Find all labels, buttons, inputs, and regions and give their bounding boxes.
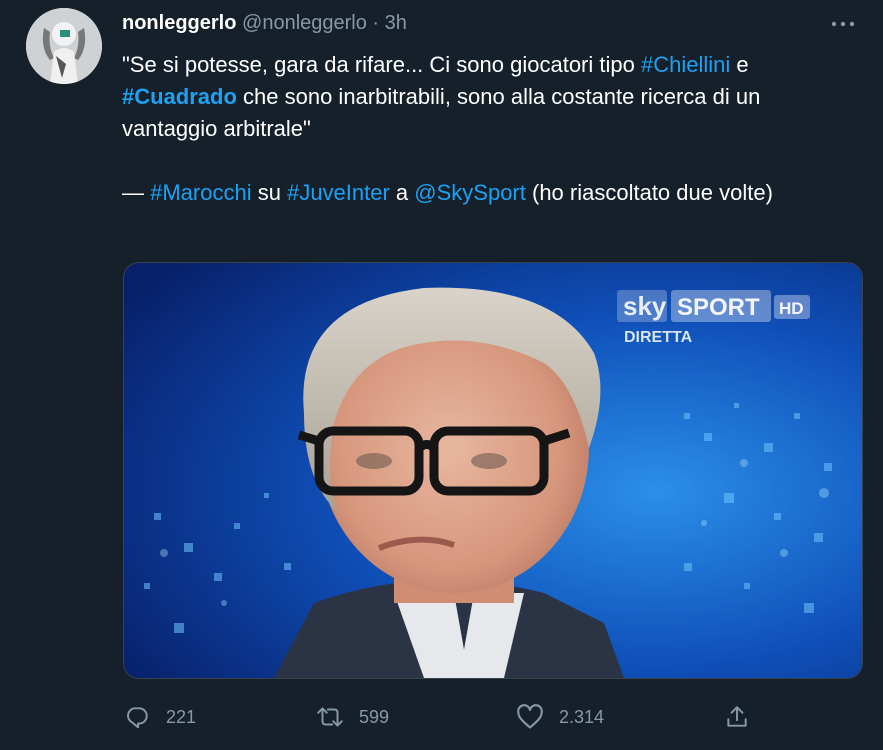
share-button[interactable] bbox=[722, 700, 766, 734]
tweet-media[interactable]: sky SPORT HD DIRETTA bbox=[123, 262, 863, 679]
text-segment: e bbox=[730, 52, 749, 77]
retweet-button[interactable]: 599 bbox=[315, 700, 389, 734]
reply-button[interactable]: 221 bbox=[122, 700, 196, 734]
timestamp[interactable]: 3h bbox=[385, 12, 407, 34]
sport-logo-text: SPORT bbox=[677, 294, 760, 321]
tweet-text: "Se si potesse, gara da rifare... Ci son… bbox=[122, 49, 857, 209]
text-segment: "Se si potesse, gara da rifare... Ci son… bbox=[122, 52, 641, 77]
display-name[interactable]: nonleggerlo bbox=[122, 12, 236, 34]
share-icon bbox=[722, 702, 752, 732]
text-segment: a bbox=[389, 180, 415, 205]
hashtag-chiellini[interactable]: #Chiellini bbox=[641, 52, 730, 77]
mention-skysport[interactable]: @SkySport bbox=[414, 180, 526, 205]
tweet-actions: 221 599 2.314 bbox=[122, 700, 862, 734]
like-button[interactable]: 2.314 bbox=[515, 700, 604, 734]
diretta-label: DIRETTA bbox=[624, 329, 693, 346]
text-segment: — bbox=[122, 180, 151, 205]
hd-logo-text: HD bbox=[779, 299, 804, 318]
attribution-paragraph: — #Marocchi su #JuveInter a @SkySport (h… bbox=[122, 177, 857, 209]
separator: · bbox=[372, 12, 380, 34]
heart-icon bbox=[515, 702, 545, 732]
tweet-header: nonleggerlo @nonleggerlo · 3h bbox=[122, 12, 407, 35]
sky-logo-text: sky bbox=[623, 291, 667, 321]
text-segment: su bbox=[251, 180, 288, 205]
avatar[interactable] bbox=[26, 8, 102, 84]
like-count: 2.314 bbox=[559, 706, 605, 727]
user-handle[interactable]: @nonleggerlo bbox=[242, 12, 367, 34]
more-button[interactable] bbox=[829, 14, 857, 34]
reply-count: 221 bbox=[166, 706, 197, 727]
retweet-count: 599 bbox=[359, 706, 390, 727]
hashtag-marocchi[interactable]: #Marocchi bbox=[150, 180, 251, 205]
quote-paragraph: "Se si potesse, gara da rifare... Ci son… bbox=[122, 49, 857, 145]
text-segment: (ho riascoltato due volte) bbox=[525, 180, 773, 205]
more-icon bbox=[831, 21, 855, 27]
retweet-icon bbox=[315, 702, 345, 732]
reply-icon bbox=[122, 702, 152, 732]
hashtag-cuadrado[interactable]: #Cuadrado bbox=[122, 84, 237, 109]
hashtag-juveinter[interactable]: #JuveInter bbox=[287, 180, 390, 205]
